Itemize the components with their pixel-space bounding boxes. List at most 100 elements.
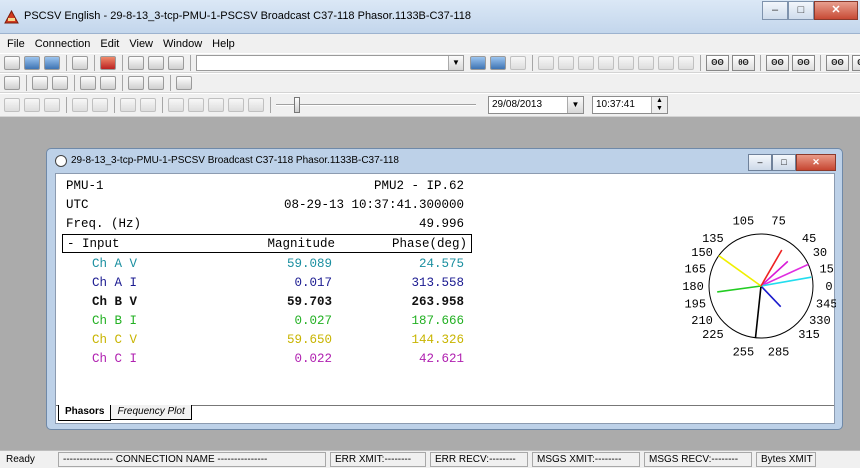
left-arrow-icon[interactable] (188, 98, 204, 112)
toolbar-separator (122, 75, 123, 91)
tab-frequency-plot[interactable]: Frequency Plot (110, 405, 192, 420)
child-close-button[interactable]: ✕ (796, 154, 836, 171)
dial-label: 45 (802, 232, 816, 246)
grid-icon[interactable] (538, 56, 554, 70)
dropdown-arrow-icon[interactable]: ▼ (567, 97, 583, 113)
table-icon[interactable] (100, 76, 116, 90)
filter-icon[interactable] (638, 56, 654, 70)
record-icon[interactable] (470, 56, 486, 70)
toolbar-separator (820, 55, 821, 71)
status-connection-name: --------------- CONNECTION NAME --------… (58, 452, 326, 467)
date-picker[interactable]: 29/08/2013 ▼ (488, 96, 584, 114)
dial-label: 345 (816, 298, 836, 312)
slider-track (276, 104, 476, 106)
child-window-controls: – □ ✕ (748, 154, 836, 171)
menu-connection[interactable]: Connection (30, 38, 96, 50)
view-icon[interactable] (128, 56, 144, 70)
maximize-button[interactable]: □ (788, 1, 814, 20)
dial-label: 0 (825, 280, 832, 294)
phasor-window[interactable]: 29-8-13_3-tcp-PMU-1-PSCSV Broadcast C37-… (46, 148, 843, 430)
phasor-view-button[interactable]: ΘΘ (706, 55, 729, 71)
zoom-in-icon[interactable] (72, 98, 88, 112)
config-icon[interactable] (148, 56, 164, 70)
child-maximize-button[interactable]: □ (772, 154, 796, 171)
app-title-bar[interactable]: PSCSV English - 29-8-13_3-tcp-PMU-1-PSCS… (0, 0, 860, 34)
table-icon[interactable] (140, 98, 156, 112)
freq-row: Freq. (Hz) 49.996 (56, 215, 474, 234)
menu-window[interactable]: Window (158, 38, 207, 50)
table-icon[interactable] (120, 98, 136, 112)
slider-thumb[interactable] (294, 97, 300, 113)
spinner-icon[interactable]: ▲ ▼ (651, 97, 667, 113)
menu-bar: File Connection Edit View Window Help (0, 34, 860, 53)
window-icon[interactable] (52, 76, 68, 90)
open-icon[interactable] (4, 56, 20, 70)
table-header[interactable]: - Input Magnitude Phase(deg) (62, 234, 472, 253)
menu-file[interactable]: File (2, 38, 30, 50)
left-arrow-icon[interactable] (228, 98, 244, 112)
right-arrow-icon[interactable] (208, 98, 224, 112)
filter-icon[interactable] (658, 56, 674, 70)
time-picker[interactable]: 10:37:41 ▲ ▼ (592, 96, 668, 114)
status-msgs-recv: MSGS RECV:-------- (644, 452, 752, 467)
child-minimize-button[interactable]: – (748, 154, 772, 171)
filter-icon[interactable] (128, 76, 144, 90)
step-back-icon[interactable] (24, 98, 40, 112)
pause-icon[interactable] (168, 98, 184, 112)
channel-magnitude: 59.703 (286, 295, 332, 309)
help-icon[interactable] (4, 76, 20, 90)
combo-arrow-icon[interactable]: ▼ (448, 56, 463, 70)
pause-icon[interactable] (510, 56, 526, 70)
grid-icon[interactable] (598, 56, 614, 70)
key-icon[interactable] (168, 56, 184, 70)
phasor-line (717, 285, 762, 293)
minimize-button[interactable]: – (762, 1, 788, 20)
refresh-icon[interactable] (80, 76, 96, 90)
phasor-view-button[interactable]: ΘΘ (852, 55, 860, 71)
connect-icon[interactable] (24, 56, 40, 70)
channel-name: Ch B I (92, 314, 138, 328)
channel-magnitude: 0.027 (294, 314, 332, 328)
zoom-out-icon[interactable] (92, 98, 108, 112)
toolbar-separator (26, 75, 27, 91)
phasor-view-button[interactable]: ΘΘ (792, 55, 815, 71)
dial-label: 195 (684, 298, 706, 312)
phasor-client-area: PMU-1 PMU2 - IP.62 UTC 08-29-13 10:37:41… (55, 173, 836, 424)
dial-label: 30 (813, 246, 827, 260)
child-title-bar[interactable]: 29-8-13_3-tcp-PMU-1-PSCSV Broadcast C37-… (47, 149, 842, 173)
grid-icon[interactable] (558, 56, 574, 70)
menu-view[interactable]: View (124, 38, 158, 50)
settings-icon[interactable] (176, 76, 192, 90)
status-bar: Ready --------------- CONNECTION NAME --… (0, 450, 860, 468)
chart-icon[interactable] (578, 56, 594, 70)
phasor-view-button[interactable]: θΘ (732, 55, 755, 71)
header-phase: Phase(deg) (391, 237, 467, 251)
phasor-view-button[interactable]: ΘΘ (766, 55, 789, 71)
save-icon[interactable] (44, 56, 60, 70)
status-msgs-xmit: MSGS XMIT:-------- (532, 452, 640, 467)
pscsv-icon[interactable] (100, 56, 116, 70)
menu-edit[interactable]: Edit (95, 38, 124, 50)
stop-icon[interactable] (490, 56, 506, 70)
tab-phasors[interactable]: Phasors (58, 405, 112, 421)
playback-slider[interactable] (276, 97, 476, 113)
close-button[interactable]: ✕ (814, 1, 858, 20)
channel-phase: 42.621 (418, 352, 464, 363)
rewind-icon[interactable] (4, 98, 20, 112)
header-input[interactable]: - Input (67, 237, 120, 251)
copy-icon[interactable] (72, 56, 88, 70)
connection-combo[interactable]: ▼ (196, 55, 464, 71)
window-controls: – □ ✕ (762, 1, 858, 21)
toolbar-main: ▼ ΘΘ θΘ ΘΘ ΘΘ ΘΘ ΘΘ (0, 53, 860, 73)
pmu-row: PMU-1 PMU2 - IP.62 (56, 177, 474, 196)
phasor-view-button[interactable]: ΘΘ (826, 55, 849, 71)
menu-help[interactable]: Help (207, 38, 240, 50)
window-icon[interactable] (32, 76, 48, 90)
wave-icon[interactable] (618, 56, 634, 70)
right-arrow-icon[interactable] (248, 98, 264, 112)
dial-label: 15 (819, 262, 833, 276)
back-icon[interactable] (44, 98, 60, 112)
share-icon[interactable] (148, 76, 164, 90)
toolbar-secondary (0, 73, 860, 93)
grid-icon[interactable] (678, 56, 694, 70)
